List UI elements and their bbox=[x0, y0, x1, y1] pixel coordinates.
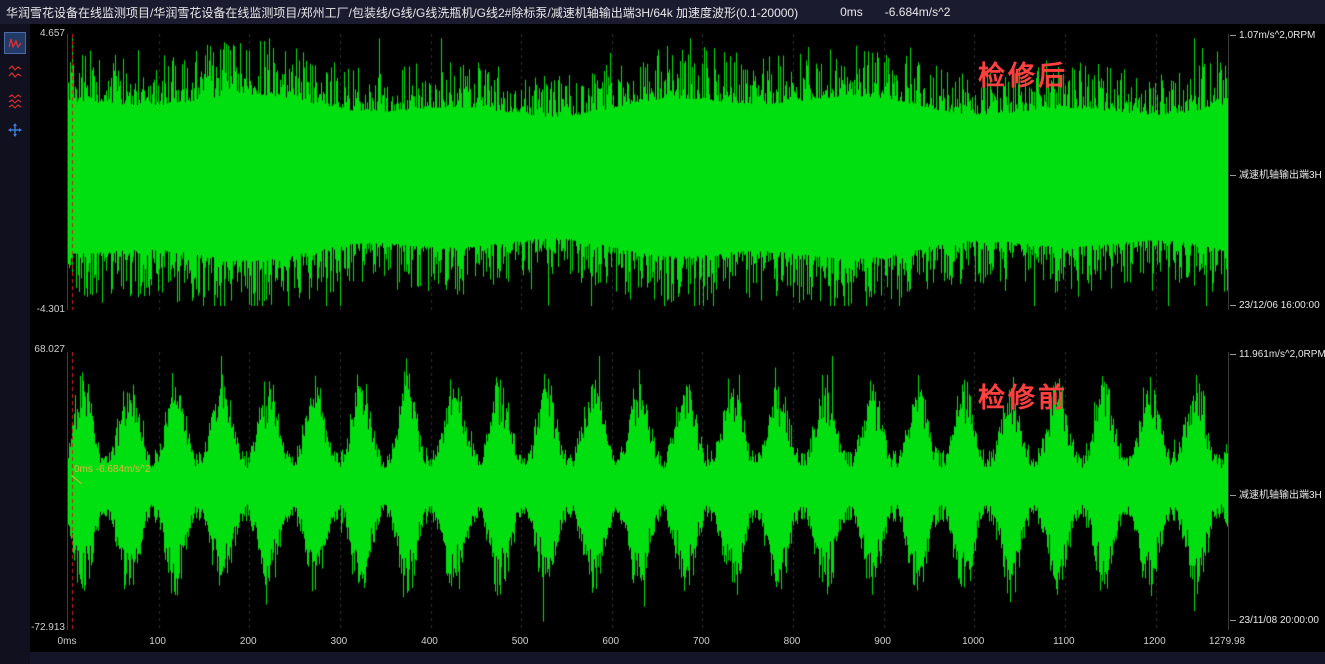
timestamp-label-top-chart: 23/12/06 16:00:00 bbox=[1230, 300, 1320, 311]
y-min-label-top: -4.301 bbox=[30, 304, 65, 315]
y-max-label-top: 4.657 bbox=[30, 28, 65, 39]
x-tick: 700 bbox=[673, 636, 729, 647]
annotation-after-repair: 检修后 bbox=[978, 54, 1068, 93]
x-tick: 1000 bbox=[945, 636, 1001, 647]
annotation-before-repair: 检修前 bbox=[978, 376, 1068, 415]
bottom-strip bbox=[30, 652, 1325, 664]
breadcrumb-path: 华润雪花设备在线监测项目/华润雪花设备在线监测项目/郑州工厂/包装线/G线/G线… bbox=[6, 4, 798, 21]
timestamp-label-bottom-chart: 23/11/08 20:00:00 bbox=[1230, 615, 1319, 626]
pan-move-icon[interactable] bbox=[4, 119, 26, 141]
x-tick: 1279.98 bbox=[1199, 636, 1255, 647]
x-tick: 400 bbox=[402, 636, 458, 647]
channel-label-bottom-chart: 减速机轴输出端3H bbox=[1230, 486, 1322, 501]
x-tick: 500 bbox=[492, 636, 548, 647]
multi-trace-view-icon[interactable] bbox=[4, 90, 26, 112]
left-toolbar bbox=[0, 24, 30, 664]
cursor-value-readout: -6.684m/s^2 bbox=[885, 5, 951, 19]
dual-trace-view-icon[interactable] bbox=[4, 61, 26, 83]
x-tick: 0ms bbox=[39, 636, 95, 647]
single-trace-view-icon[interactable] bbox=[4, 32, 26, 54]
x-tick: 600 bbox=[583, 636, 639, 647]
y-min-label-bottom: -72.913 bbox=[30, 622, 65, 633]
cursor-value-overlay: 0ms -6.684m/s^2 bbox=[74, 464, 150, 475]
chart-area: 4.657 -4.301 68.027 -72.913 1.07m/s^2,0R… bbox=[30, 24, 1325, 664]
x-tick: 900 bbox=[855, 636, 911, 647]
scale-label-bottom-chart: 11.961m/s^2,0RPM bbox=[1230, 349, 1325, 360]
title-bar: 华润雪花设备在线监测项目/华润雪花设备在线监测项目/郑州工厂/包装线/G线/G线… bbox=[0, 0, 1325, 24]
y-max-label-bottom: 68.027 bbox=[30, 344, 65, 355]
scale-label-top-chart: 1.07m/s^2,0RPM bbox=[1230, 30, 1315, 41]
channel-label-top-chart: 减速机轴输出端3H bbox=[1230, 166, 1322, 181]
x-tick: 200 bbox=[220, 636, 276, 647]
x-tick: 100 bbox=[130, 636, 186, 647]
x-axis-ticks: 0ms 100 200 300 400 500 600 700 800 900 1000 1100 12… bbox=[30, 636, 1325, 651]
x-tick: 1100 bbox=[1036, 636, 1092, 647]
cursor-time-readout: 0ms bbox=[840, 5, 863, 19]
x-tick: 300 bbox=[311, 636, 367, 647]
x-tick: 800 bbox=[764, 636, 820, 647]
x-tick: 1200 bbox=[1127, 636, 1183, 647]
